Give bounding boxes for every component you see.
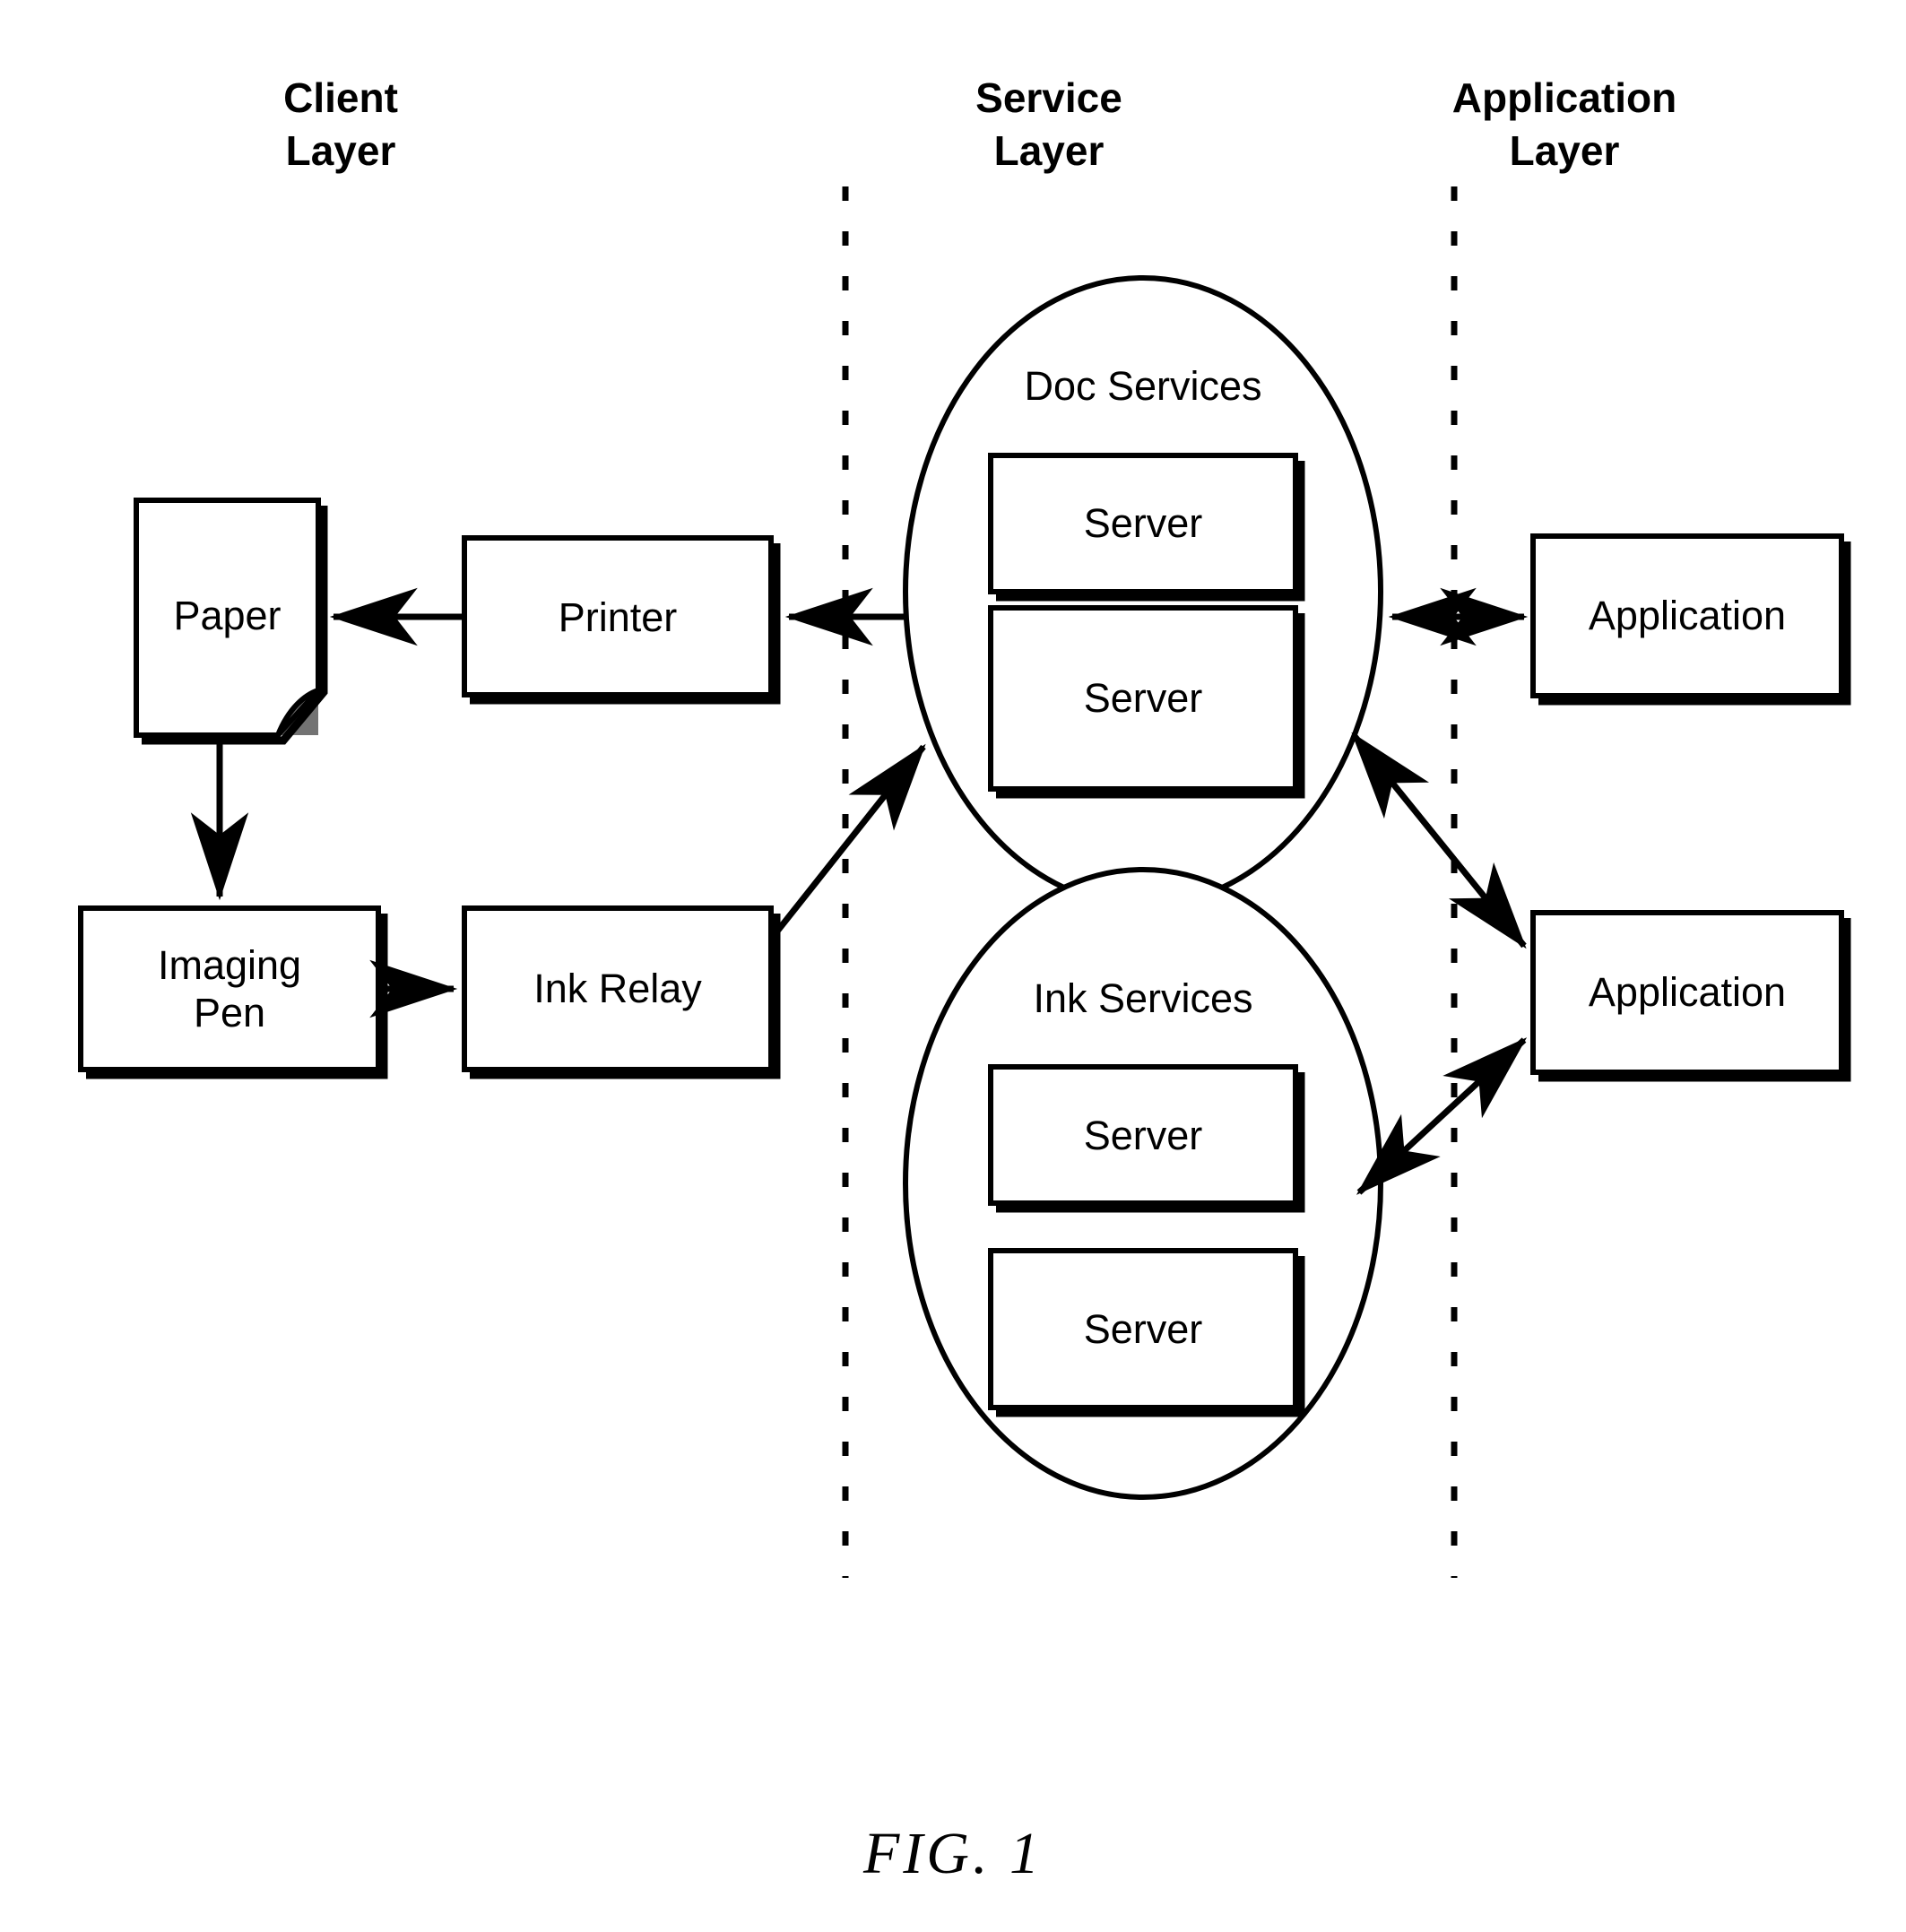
ink-services-server-2-box[interactable] [988, 1248, 1298, 1410]
edge-ink-relay-to-doc-services [774, 743, 926, 935]
figure-page: Client Layer Service Layer Application L… [0, 0, 1906, 1932]
edge-doc-services-to-application-bottom [1351, 732, 1527, 949]
ink-relay-node[interactable] [462, 905, 781, 1079]
layer-label-application: Application Layer [1451, 74, 1677, 174]
layer-label-service: Service Layer [975, 74, 1122, 174]
figure-caption: FIG. 1 [863, 1821, 1043, 1886]
application-bottom-node[interactable] [1530, 910, 1851, 1082]
imaging-pen-node[interactable] [78, 905, 388, 1079]
application-top-node[interactable] [1530, 533, 1851, 706]
layer-label-client: Client Layer [283, 74, 398, 174]
ink-services-server-1-box[interactable] [988, 1064, 1298, 1206]
patent-diagram-canvas [78, 186, 1851, 1578]
doc-services-server-1-box[interactable] [988, 453, 1298, 594]
doc-services-server-2-box[interactable] [988, 605, 1298, 792]
edge-ink-services-to-application-bottom [1356, 1037, 1528, 1195]
printer-node[interactable] [462, 535, 781, 705]
paper-node[interactable] [134, 498, 328, 745]
